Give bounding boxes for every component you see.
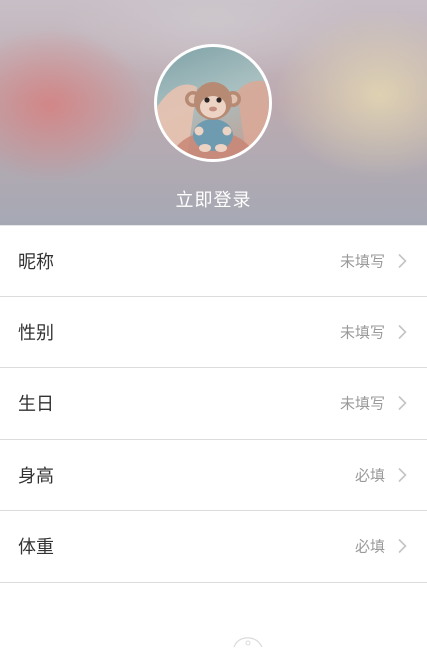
- field-row-height[interactable]: 身高 必填: [0, 440, 427, 511]
- field-value: 未填写: [339, 394, 385, 413]
- chevron-right-icon: [398, 324, 407, 339]
- field-label: 昵称: [18, 251, 54, 273]
- field-label: 性别: [18, 322, 54, 344]
- field-value: 必填: [354, 537, 385, 556]
- chevron-right-icon: [398, 253, 407, 268]
- field-label: 身高: [18, 465, 54, 487]
- chevron-right-icon: [398, 539, 407, 554]
- profile-field-list: 昵称 未填写 性别 未填写 生日 未填写 身高 必填 体重 必填: [0, 225, 427, 583]
- profile-header: 立即登录: [0, 0, 427, 225]
- avatar[interactable]: [154, 44, 272, 162]
- field-row-gender[interactable]: 性别 未填写: [0, 297, 427, 368]
- field-label: 生日: [18, 394, 54, 416]
- field-label: 体重: [18, 537, 54, 559]
- field-value: 必填: [354, 466, 385, 485]
- chevron-right-icon: [398, 467, 407, 482]
- chevron-right-icon: [398, 396, 407, 411]
- field-row-birthday[interactable]: 生日 未填写: [0, 368, 427, 440]
- field-row-nickname[interactable]: 昵称 未填写: [0, 225, 427, 297]
- login-link[interactable]: 立即登录: [0, 186, 427, 212]
- field-value: 未填写: [339, 323, 385, 342]
- field-row-weight[interactable]: 体重 必填: [0, 511, 427, 583]
- field-value: 未填写: [339, 252, 385, 271]
- watermark-graphic: [228, 632, 268, 648]
- monkey-plush-image: [157, 80, 269, 159]
